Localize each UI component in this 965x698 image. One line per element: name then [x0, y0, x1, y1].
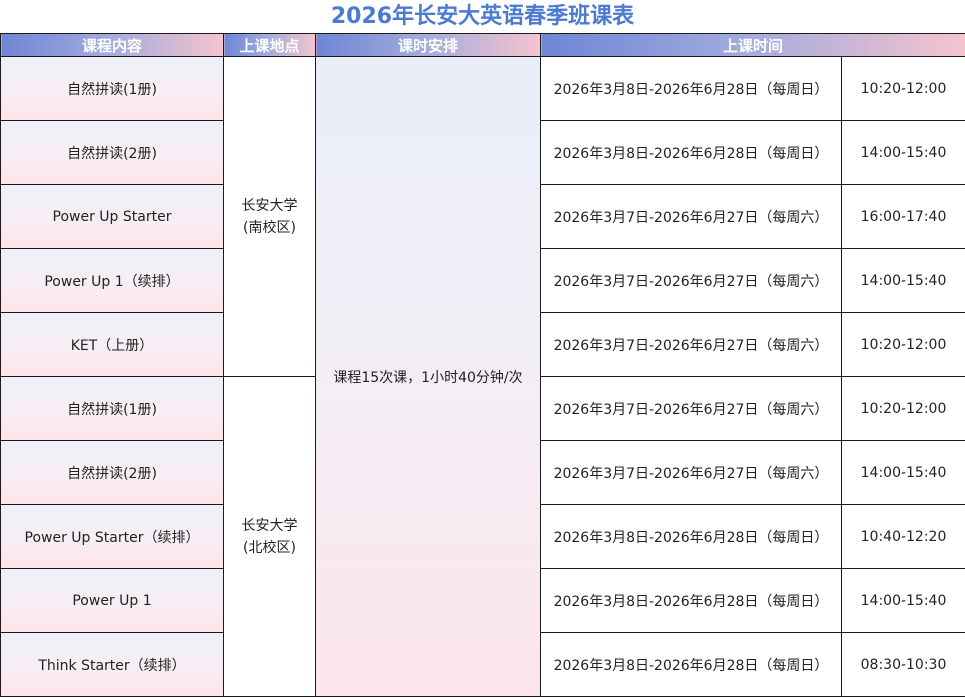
date-range-cell: 2026年3月7日-2026年6月27日（每周六） — [540, 248, 842, 313]
schedule-table: 课程内容 上课地点 课时安排 上课时间 自然拼读(1册) 长安大学 (南校区) … — [0, 33, 965, 697]
course-cell: 自然拼读(2册) — [0, 120, 224, 185]
table-row: 自然拼读(1册) 长安大学 (南校区) 课程15次课，1小时40分钟/次 202… — [0, 56, 965, 697]
time-cell: 10:20-12:00 — [840, 312, 965, 377]
header-time: 上课时间 — [539, 33, 965, 57]
location-name: 长安大学 — [241, 517, 298, 534]
location-campus: (南校区) — [243, 219, 296, 236]
course-cell: 自然拼读(2册) — [0, 440, 224, 505]
course-cell: Power Up Starter — [0, 184, 224, 249]
date-range-cell: 2026年3月7日-2026年6月27日（每周六） — [540, 184, 842, 249]
location-cell-south: 长安大学 (南校区) — [223, 56, 316, 377]
schedule-note-cell: 课程15次课，1小时40分钟/次 — [315, 56, 541, 697]
time-cell: 14:00-15:40 — [840, 568, 965, 633]
course-cell: Power Up 1 — [0, 568, 224, 633]
course-cell: 自然拼读(1册) — [0, 56, 224, 121]
date-range-cell: 2026年3月8日-2026年6月28日（每周日） — [540, 56, 842, 121]
course-cell: KET（上册） — [0, 312, 224, 377]
time-cell: 16:00-17:40 — [840, 184, 965, 249]
time-cell: 08:30-10:30 — [840, 632, 965, 697]
date-range-cell: 2026年3月7日-2026年6月27日（每周六） — [540, 440, 842, 505]
date-range-cell: 2026年3月8日-2026年6月28日（每周日） — [540, 568, 842, 633]
time-cell: 14:00-15:40 — [840, 248, 965, 313]
header-row: 课程内容 上课地点 课时安排 上课时间 — [0, 33, 965, 57]
time-cell: 10:20-12:00 — [840, 56, 965, 121]
location-cell-north: 长安大学 (北校区) — [223, 376, 316, 697]
page-title: 2026年长安大英语春季班课表 — [330, 4, 635, 29]
location-name: 长安大学 — [241, 197, 298, 214]
date-range-cell: 2026年3月8日-2026年6月28日（每周日） — [540, 504, 842, 569]
time-cell: 14:00-15:40 — [840, 440, 965, 505]
time-cell: 14:00-15:40 — [840, 120, 965, 185]
date-range-cell: 2026年3月8日-2026年6月28日（每周日） — [540, 632, 842, 697]
header-course: 课程内容 — [0, 33, 224, 57]
header-location: 上课地点 — [223, 33, 316, 57]
time-cell: 10:20-12:00 — [840, 376, 965, 441]
time-cell: 10:40-12:20 — [840, 504, 965, 569]
location-campus: (北校区) — [243, 539, 296, 556]
header-schedule: 课时安排 — [315, 33, 541, 57]
course-cell: Power Up Starter（续排） — [0, 504, 224, 569]
course-cell: Power Up 1（续排） — [0, 248, 224, 313]
date-range-cell: 2026年3月8日-2026年6月28日（每周日） — [540, 120, 842, 185]
date-range-cell: 2026年3月7日-2026年6月27日（每周六） — [540, 376, 842, 441]
date-range-cell: 2026年3月7日-2026年6月27日（每周六） — [540, 312, 842, 377]
course-cell: Think Starter（续排） — [0, 632, 224, 697]
course-cell: 自然拼读(1册) — [0, 376, 224, 441]
